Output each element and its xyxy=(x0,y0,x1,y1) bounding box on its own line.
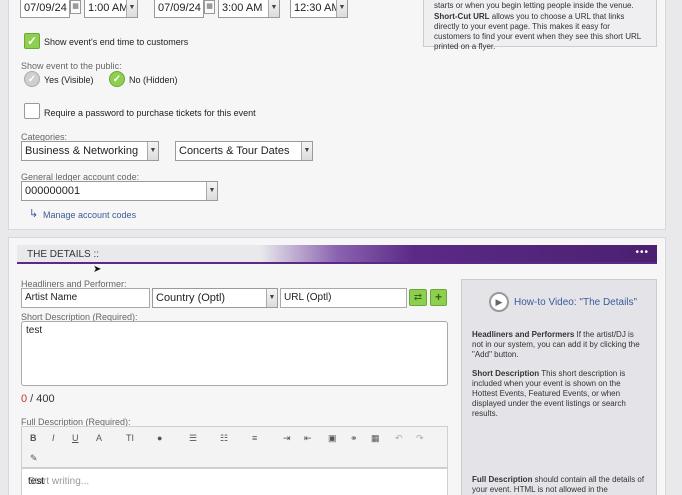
headliners-help-title: Headliners and Performers xyxy=(472,330,575,339)
eraser-button[interactable]: ✎ xyxy=(30,453,38,464)
show-end-time-checkbox[interactable]: ✓ xyxy=(24,33,40,49)
start-date-value: 07/09/24 xyxy=(24,2,67,14)
country-select[interactable]: Country (Optl) ▼ xyxy=(152,288,278,308)
bullet-list-button[interactable]: ☰ xyxy=(189,433,197,444)
insert-link-button[interactable]: ⚭ xyxy=(350,433,358,444)
chevron-down-icon: ▼ xyxy=(268,0,279,17)
chevron-down-icon: ▼ xyxy=(206,182,217,200)
font-size-button[interactable]: TI xyxy=(126,433,134,443)
return-arrow-icon: ↳ xyxy=(29,208,39,220)
start-date-field[interactable]: 07/09/24 xyxy=(20,0,70,18)
url-input[interactable]: URL (Optl) xyxy=(280,288,407,308)
calendar-icon[interactable]: ▦ xyxy=(204,0,215,14)
calendar-icon[interactable]: ▦ xyxy=(70,0,81,14)
chevron-down-icon: ▼ xyxy=(336,0,347,17)
ledger-value: 000000001 xyxy=(25,185,81,197)
start-time-select[interactable]: 1:00 AM ▼ xyxy=(84,0,138,18)
swap-artist-button[interactable]: ⇄ xyxy=(409,289,427,306)
align-button[interactable]: ≡ xyxy=(252,433,257,443)
ledger-select[interactable]: 000000001 ▼ xyxy=(21,181,218,201)
full-description-editor[interactable]: Start writing... test xyxy=(21,468,448,495)
chevron-down-icon: ▼ xyxy=(126,0,137,17)
shortcut-title: Short-Cut URL xyxy=(434,12,490,21)
video-title: How-to Video: "The Details" xyxy=(514,297,638,308)
category-primary-select[interactable]: Business & Networking ▼ xyxy=(21,141,159,161)
country-value: Country (Optl) xyxy=(156,292,226,304)
details-help-box: ▶ How-to Video: "The Details" Headliners… xyxy=(461,279,657,495)
public-yes-radio[interactable]: ✓ xyxy=(24,71,40,87)
password-label: Require a password to purchase tickets f… xyxy=(44,108,256,118)
chevron-down-icon: ▼ xyxy=(147,142,158,160)
undo-button[interactable]: ↶ xyxy=(395,433,403,444)
manage-account-codes-link[interactable]: Manage account codes xyxy=(43,210,136,220)
outdent-button[interactable]: ⇤ xyxy=(304,433,312,444)
bold-button[interactable]: B xyxy=(30,433,37,443)
show-end-time-label: Show event's end time to customers xyxy=(44,37,189,47)
insert-table-button[interactable]: ▦ xyxy=(371,433,380,444)
start-time-value: 1:00 AM xyxy=(88,2,129,14)
category-secondary-select[interactable]: Concerts & Tour Dates ▼ xyxy=(175,141,313,161)
full-help-title: Full Description xyxy=(472,475,533,484)
help-top-line: starts or when you begin letting people … xyxy=(434,1,634,10)
font-color-button[interactable]: A xyxy=(96,433,102,443)
counter-total: / 400 xyxy=(27,393,55,405)
italic-button[interactable]: I xyxy=(52,433,55,443)
header-dots-icon: ••• xyxy=(635,247,649,258)
details-header: THE DETAILS :: ••• xyxy=(17,245,657,264)
add-artist-button[interactable]: + xyxy=(430,289,447,306)
end-date-value: 07/09/24 xyxy=(158,2,201,14)
chevron-down-icon: ▼ xyxy=(266,289,277,307)
public-visibility-label: Show event to the public: xyxy=(21,61,122,71)
how-to-video-link[interactable]: ▶ How-to Video: "The Details" xyxy=(472,292,646,314)
mouse-cursor-icon: ➤ xyxy=(93,264,102,275)
short-description-textarea[interactable]: test xyxy=(21,321,448,386)
character-counter: 0 / 400 xyxy=(21,393,55,405)
editor-value: test xyxy=(28,476,45,487)
play-icon: ▶ xyxy=(489,292,509,312)
details-header-title: THE DETAILS :: xyxy=(27,249,100,260)
highlight-button[interactable]: ● xyxy=(157,433,162,443)
end-time-value: 3:00 AM xyxy=(222,2,263,14)
numbered-list-button[interactable]: ☷ xyxy=(220,433,228,444)
artist-name-input[interactable]: Artist Name xyxy=(21,288,150,308)
chevron-down-icon: ▼ xyxy=(301,142,312,160)
doors-time-value: 12:30 AM xyxy=(294,2,341,14)
help-box-top: starts or when you begin letting people … xyxy=(423,0,657,51)
short-description-value: test xyxy=(26,325,43,336)
short-help-title: Short Description xyxy=(472,369,540,378)
password-checkbox[interactable] xyxy=(24,103,40,119)
doors-time-select[interactable]: 12:30 AM ▼ xyxy=(290,0,348,18)
editor-toolbar: B I U A TI ● ☰ ☷ ≡ ⇥ ⇤ ▣ ⚭ ▦ ↶ ↷ ✎ xyxy=(21,426,448,468)
indent-button[interactable]: ⇥ xyxy=(283,433,291,444)
category-secondary-value: Concerts & Tour Dates xyxy=(179,145,290,157)
public-yes-label: Yes (Visible) xyxy=(44,75,94,85)
end-date-field[interactable]: 07/09/24 xyxy=(154,0,204,18)
category-primary-value: Business & Networking xyxy=(25,145,139,157)
insert-image-button[interactable]: ▣ xyxy=(328,433,337,444)
public-no-radio[interactable]: ✓ xyxy=(109,71,125,87)
underline-button[interactable]: U xyxy=(72,433,79,443)
public-no-label: No (Hidden) xyxy=(129,75,178,85)
end-time-select[interactable]: 3:00 AM ▼ xyxy=(218,0,280,18)
redo-button[interactable]: ↷ xyxy=(416,433,424,444)
